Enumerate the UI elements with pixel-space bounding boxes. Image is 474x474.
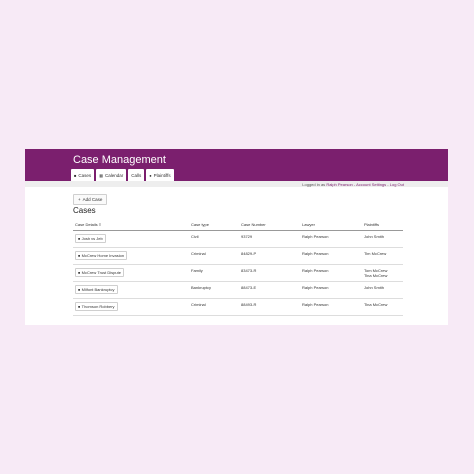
case-type: Criminal: [189, 298, 239, 316]
calendar-icon: ▦: [99, 172, 103, 178]
login-status: Logged in as Ralph Pearson - Account Set…: [302, 182, 404, 187]
briefcase-icon: ■: [74, 172, 77, 178]
add-case-label: Add Case: [82, 197, 103, 202]
tab-bar: ■ Cases ▦ Calendar Calls ● Plaintiffs: [71, 169, 174, 181]
table-row: ■ McCrew Home Invasion Criminal 84829-P R…: [73, 247, 403, 265]
app-title: Case Management: [73, 154, 166, 166]
case-type: Family: [189, 264, 239, 282]
case-type: Criminal: [189, 247, 239, 265]
login-prefix: Logged in as: [302, 181, 326, 187]
plaintiffs: Tim McCrew: [362, 247, 403, 265]
header-bar: Case Management ■ Cases ▦ Calendar Calls…: [25, 149, 448, 181]
tab-plaintiffs[interactable]: ● Plaintiffs: [146, 169, 174, 181]
plus-icon: +: [78, 197, 81, 202]
header-lawyer: Lawyer: [300, 219, 362, 231]
tab-calls[interactable]: Calls: [128, 169, 145, 181]
header-case-number: Case Number: [239, 219, 300, 231]
case-number: 84829-P: [239, 247, 300, 265]
user-bar: Logged in as Ralph Pearson - Account Set…: [25, 181, 448, 187]
lawyer: Ralph Pearson: [300, 298, 362, 316]
header-case-details[interactable]: Case Details ≡: [73, 219, 189, 231]
case-type: Civil: [189, 230, 239, 248]
case-number: 83473-R: [239, 264, 300, 282]
case-button[interactable]: ■ Josh vs Jeb: [75, 234, 106, 243]
plaintiffs: Tina McCrew: [362, 298, 403, 316]
logout-link[interactable]: Log Out: [390, 182, 404, 187]
filter-icon: ≡: [98, 222, 102, 227]
users-icon: ●: [149, 172, 152, 178]
separator: -: [387, 181, 389, 187]
case-button[interactable]: ■ McCrew Trust Dispute: [75, 268, 124, 277]
case-number: 93729: [239, 230, 300, 248]
lawyer: Ralph Pearson: [300, 264, 362, 282]
case-number: 88473-E: [239, 281, 300, 299]
case-type: Bankruptcy: [189, 281, 239, 299]
briefcase-icon: ■: [78, 287, 81, 292]
briefcase-icon: ■: [78, 304, 81, 309]
table-row: ■ Thomson Robbery Criminal 88493-R Ralph …: [73, 298, 403, 316]
plaintiffs: John Smith: [362, 230, 403, 248]
briefcase-icon: ■: [78, 270, 81, 275]
lawyer: Ralph Pearson: [300, 230, 362, 248]
section-title: Cases: [73, 206, 96, 215]
header-case-type: Case type: [189, 219, 239, 231]
tab-label: Calendar: [104, 172, 124, 178]
table-row: ■ McCrew Trust Dispute Family 83473-R Ral…: [73, 264, 403, 282]
cases-table: Case Details ≡ Case type Case Number Law…: [73, 219, 403, 316]
user-link[interactable]: Ralph Pearson: [326, 182, 352, 187]
case-button[interactable]: ■ Milfont Bankruptcy: [75, 285, 118, 294]
lawyer: Ralph Pearson: [300, 281, 362, 299]
tab-label: Calls: [131, 172, 142, 178]
briefcase-icon: ■: [78, 253, 81, 258]
case-button[interactable]: ■ Thomson Robbery: [75, 302, 118, 311]
plaintiffs: Tom McCrew Tina McCrew: [362, 264, 403, 282]
table-row: ■ Josh vs Jeb Civil 93729 Ralph Pearson J…: [73, 230, 403, 248]
tab-label: Plaintiffs: [153, 172, 171, 178]
tab-label: Cases: [78, 172, 92, 178]
account-settings-link[interactable]: Account Settings: [356, 182, 386, 187]
plaintiffs: John Smith: [362, 281, 403, 299]
add-case-button[interactable]: + Add Case: [73, 194, 108, 205]
lawyer: Ralph Pearson: [300, 247, 362, 265]
tab-cases[interactable]: ■ Cases: [71, 169, 95, 181]
briefcase-icon: ■: [78, 236, 81, 241]
header-plaintiffs: Plaintiffs: [362, 219, 403, 231]
app-window: Case Management ■ Cases ▦ Calendar Calls…: [25, 149, 448, 325]
case-number: 88493-R: [239, 298, 300, 316]
table-header-row: Case Details ≡ Case type Case Number Law…: [73, 219, 403, 231]
tab-calendar[interactable]: ▦ Calendar: [96, 169, 127, 181]
table-row: ■ Milfont Bankruptcy Bankruptcy 88473-E R…: [73, 281, 403, 299]
case-button[interactable]: ■ McCrew Home Invasion: [75, 251, 128, 260]
